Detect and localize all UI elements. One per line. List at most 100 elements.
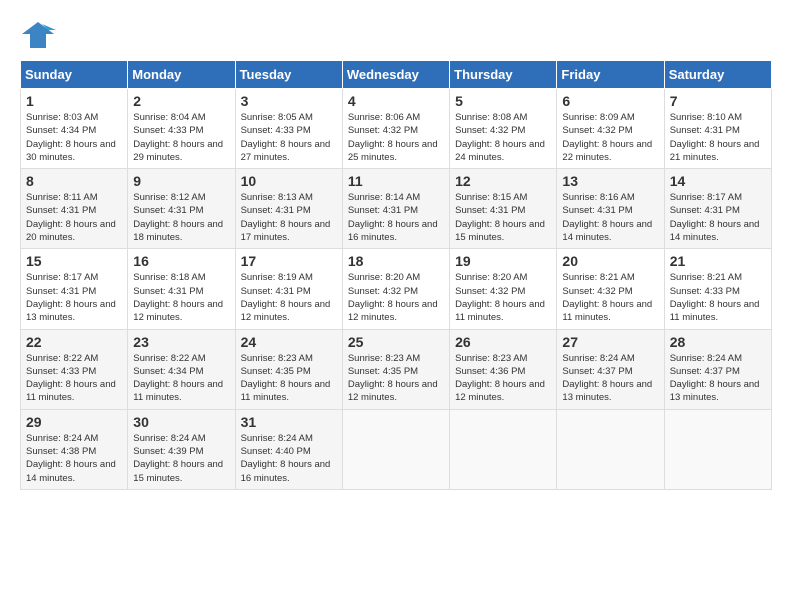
day-info: Sunrise: 8:05 AMSunset: 4:33 PMDaylight:… [241, 111, 337, 164]
day-info: Sunrise: 8:23 AMSunset: 4:35 PMDaylight:… [241, 352, 337, 405]
day-number: 17 [241, 253, 337, 269]
header-tuesday: Tuesday [235, 61, 342, 89]
day-number: 23 [133, 334, 229, 350]
calendar-cell [450, 409, 557, 489]
calendar-cell: 23 Sunrise: 8:22 AMSunset: 4:34 PMDayligh… [128, 329, 235, 409]
day-number: 27 [562, 334, 658, 350]
day-info: Sunrise: 8:09 AMSunset: 4:32 PMDaylight:… [562, 111, 658, 164]
calendar-cell: 8Sunrise: 8:11 AMSunset: 4:31 PMDaylight… [21, 169, 128, 249]
day-number: 18 [348, 253, 444, 269]
calendar-cell: 16 Sunrise: 8:18 AMSunset: 4:31 PMDayligh… [128, 249, 235, 329]
calendar-cell [557, 409, 664, 489]
day-number: 31 [241, 414, 337, 430]
day-info: Sunrise: 8:17 AMSunset: 4:31 PMDaylight:… [670, 191, 766, 244]
calendar-cell: 17 Sunrise: 8:19 AMSunset: 4:31 PMDayligh… [235, 249, 342, 329]
day-info: Sunrise: 8:17 AMSunset: 4:31 PMDaylight:… [26, 271, 122, 324]
day-number: 3 [241, 93, 337, 109]
logo [20, 20, 60, 50]
day-info: Sunrise: 8:14 AMSunset: 4:31 PMDaylight:… [348, 191, 444, 244]
calendar-cell: 13 Sunrise: 8:16 AMSunset: 4:31 PMDayligh… [557, 169, 664, 249]
calendar-cell: 21 Sunrise: 8:21 AMSunset: 4:33 PMDayligh… [664, 249, 771, 329]
day-number: 2 [133, 93, 229, 109]
calendar-cell: 9Sunrise: 8:12 AMSunset: 4:31 PMDaylight… [128, 169, 235, 249]
day-info: Sunrise: 8:18 AMSunset: 4:31 PMDaylight:… [133, 271, 229, 324]
day-number: 29 [26, 414, 122, 430]
calendar-cell: 24 Sunrise: 8:23 AMSunset: 4:35 PMDayligh… [235, 329, 342, 409]
day-number: 8 [26, 173, 122, 189]
calendar-table: SundayMondayTuesdayWednesdayThursdayFrid… [20, 60, 772, 490]
calendar-cell: 3 Sunrise: 8:05 AMSunset: 4:33 PMDaylight… [235, 89, 342, 169]
day-info: Sunrise: 8:24 AMSunset: 4:37 PMDaylight:… [562, 352, 658, 405]
day-info: Sunrise: 8:16 AMSunset: 4:31 PMDaylight:… [562, 191, 658, 244]
day-number: 5 [455, 93, 551, 109]
day-number: 30 [133, 414, 229, 430]
day-info: Sunrise: 8:23 AMSunset: 4:36 PMDaylight:… [455, 352, 551, 405]
day-number: 15 [26, 253, 122, 269]
calendar-week-2: 8Sunrise: 8:11 AMSunset: 4:31 PMDaylight… [21, 169, 772, 249]
calendar-cell: 29 Sunrise: 8:24 AMSunset: 4:38 PMDayligh… [21, 409, 128, 489]
calendar-cell: 25 Sunrise: 8:23 AMSunset: 4:35 PMDayligh… [342, 329, 449, 409]
day-info: Sunrise: 8:24 AMSunset: 4:39 PMDaylight:… [133, 432, 229, 485]
day-info: Sunrise: 8:24 AMSunset: 4:37 PMDaylight:… [670, 352, 766, 405]
calendar-cell: 10Sunrise: 8:13 AMSunset: 4:31 PMDayligh… [235, 169, 342, 249]
header-monday: Monday [128, 61, 235, 89]
day-number: 24 [241, 334, 337, 350]
day-number: 11 [348, 173, 444, 189]
day-info: Sunrise: 8:21 AMSunset: 4:33 PMDaylight:… [670, 271, 766, 324]
header-saturday: Saturday [664, 61, 771, 89]
calendar-cell [664, 409, 771, 489]
header-wednesday: Wednesday [342, 61, 449, 89]
day-number: 6 [562, 93, 658, 109]
day-number: 16 [133, 253, 229, 269]
calendar-header-row: SundayMondayTuesdayWednesdayThursdayFrid… [21, 61, 772, 89]
calendar-cell: 18 Sunrise: 8:20 AMSunset: 4:32 PMDayligh… [342, 249, 449, 329]
calendar-cell: 1 Sunrise: 8:03 AMSunset: 4:34 PMDaylight… [21, 89, 128, 169]
day-info: Sunrise: 8:19 AMSunset: 4:31 PMDaylight:… [241, 271, 337, 324]
logo-bird-icon [20, 20, 56, 50]
day-info: Sunrise: 8:15 AMSunset: 4:31 PMDaylight:… [455, 191, 551, 244]
day-number: 9 [133, 173, 229, 189]
day-info: Sunrise: 8:08 AMSunset: 4:32 PMDaylight:… [455, 111, 551, 164]
header-thursday: Thursday [450, 61, 557, 89]
calendar-cell: 5 Sunrise: 8:08 AMSunset: 4:32 PMDaylight… [450, 89, 557, 169]
calendar-cell: 7 Sunrise: 8:10 AMSunset: 4:31 PMDaylight… [664, 89, 771, 169]
calendar-week-4: 22 Sunrise: 8:22 AMSunset: 4:33 PMDayligh… [21, 329, 772, 409]
day-info: Sunrise: 8:22 AMSunset: 4:33 PMDaylight:… [26, 352, 122, 405]
day-number: 1 [26, 93, 122, 109]
day-info: Sunrise: 8:06 AMSunset: 4:32 PMDaylight:… [348, 111, 444, 164]
day-number: 25 [348, 334, 444, 350]
day-number: 22 [26, 334, 122, 350]
calendar-week-3: 15 Sunrise: 8:17 AMSunset: 4:31 PMDayligh… [21, 249, 772, 329]
calendar-week-1: 1 Sunrise: 8:03 AMSunset: 4:34 PMDaylight… [21, 89, 772, 169]
day-number: 28 [670, 334, 766, 350]
day-info: Sunrise: 8:24 AMSunset: 4:38 PMDaylight:… [26, 432, 122, 485]
header-sunday: Sunday [21, 61, 128, 89]
day-number: 10 [241, 173, 337, 189]
calendar-cell: 22 Sunrise: 8:22 AMSunset: 4:33 PMDayligh… [21, 329, 128, 409]
day-info: Sunrise: 8:20 AMSunset: 4:32 PMDaylight:… [455, 271, 551, 324]
calendar-cell: 15 Sunrise: 8:17 AMSunset: 4:31 PMDayligh… [21, 249, 128, 329]
day-info: Sunrise: 8:22 AMSunset: 4:34 PMDaylight:… [133, 352, 229, 405]
day-number: 4 [348, 93, 444, 109]
calendar-cell: 19Sunrise: 8:20 AMSunset: 4:32 PMDayligh… [450, 249, 557, 329]
day-number: 7 [670, 93, 766, 109]
header-friday: Friday [557, 61, 664, 89]
calendar-cell: 6 Sunrise: 8:09 AMSunset: 4:32 PMDaylight… [557, 89, 664, 169]
day-number: 13 [562, 173, 658, 189]
calendar-week-5: 29 Sunrise: 8:24 AMSunset: 4:38 PMDayligh… [21, 409, 772, 489]
day-info: Sunrise: 8:20 AMSunset: 4:32 PMDaylight:… [348, 271, 444, 324]
day-info: Sunrise: 8:03 AMSunset: 4:34 PMDaylight:… [26, 111, 122, 164]
calendar-cell: 2Sunrise: 8:04 AMSunset: 4:33 PMDaylight… [128, 89, 235, 169]
day-info: Sunrise: 8:23 AMSunset: 4:35 PMDaylight:… [348, 352, 444, 405]
day-number: 26 [455, 334, 551, 350]
page-header [20, 20, 772, 50]
calendar-cell: 14 Sunrise: 8:17 AMSunset: 4:31 PMDayligh… [664, 169, 771, 249]
calendar-cell: 4 Sunrise: 8:06 AMSunset: 4:32 PMDaylight… [342, 89, 449, 169]
day-info: Sunrise: 8:10 AMSunset: 4:31 PMDaylight:… [670, 111, 766, 164]
calendar-cell: 11 Sunrise: 8:14 AMSunset: 4:31 PMDayligh… [342, 169, 449, 249]
calendar-cell: 27 Sunrise: 8:24 AMSunset: 4:37 PMDayligh… [557, 329, 664, 409]
calendar-cell [342, 409, 449, 489]
day-number: 14 [670, 173, 766, 189]
day-number: 21 [670, 253, 766, 269]
day-number: 20 [562, 253, 658, 269]
